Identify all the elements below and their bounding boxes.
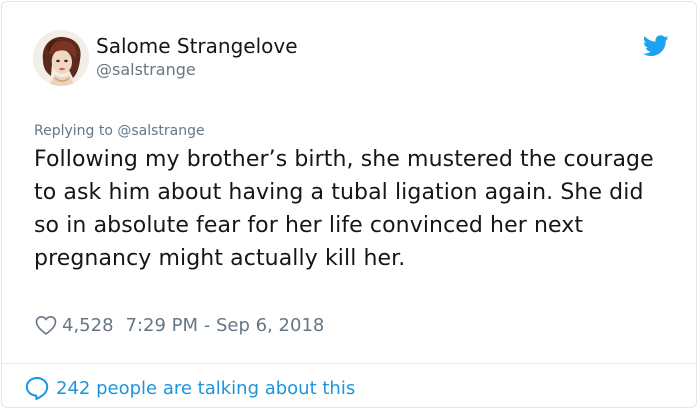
author-display-name[interactable]: Salome Strangelove — [96, 33, 298, 59]
tweet-timestamp[interactable]: 7:29 PM - Sep 6, 2018 — [126, 315, 325, 336]
avatar[interactable] — [33, 30, 89, 86]
speech-bubble-icon — [24, 375, 50, 401]
divider — [2, 363, 696, 364]
like-count[interactable]: 4,528 — [62, 315, 114, 336]
twitter-bird-icon[interactable] — [642, 35, 669, 57]
conversation-label[interactable]: 242 people are talking about this — [56, 378, 355, 399]
replying-to-label[interactable]: Replying to @salstrange — [34, 122, 205, 140]
author-handle[interactable]: @salstrange — [96, 60, 196, 80]
tweet-card: Salome Strangelove @salstrange Replying … — [1, 1, 697, 408]
heart-outline-icon[interactable] — [34, 313, 58, 337]
avatar-image — [33, 30, 89, 86]
tweet-text: Following my brother’s birth, she muster… — [34, 147, 654, 271]
conversation-link[interactable]: 242 people are talking about this — [24, 374, 355, 402]
tweet-meta: 4,528 7:29 PM - Sep 6, 2018 — [34, 312, 324, 338]
